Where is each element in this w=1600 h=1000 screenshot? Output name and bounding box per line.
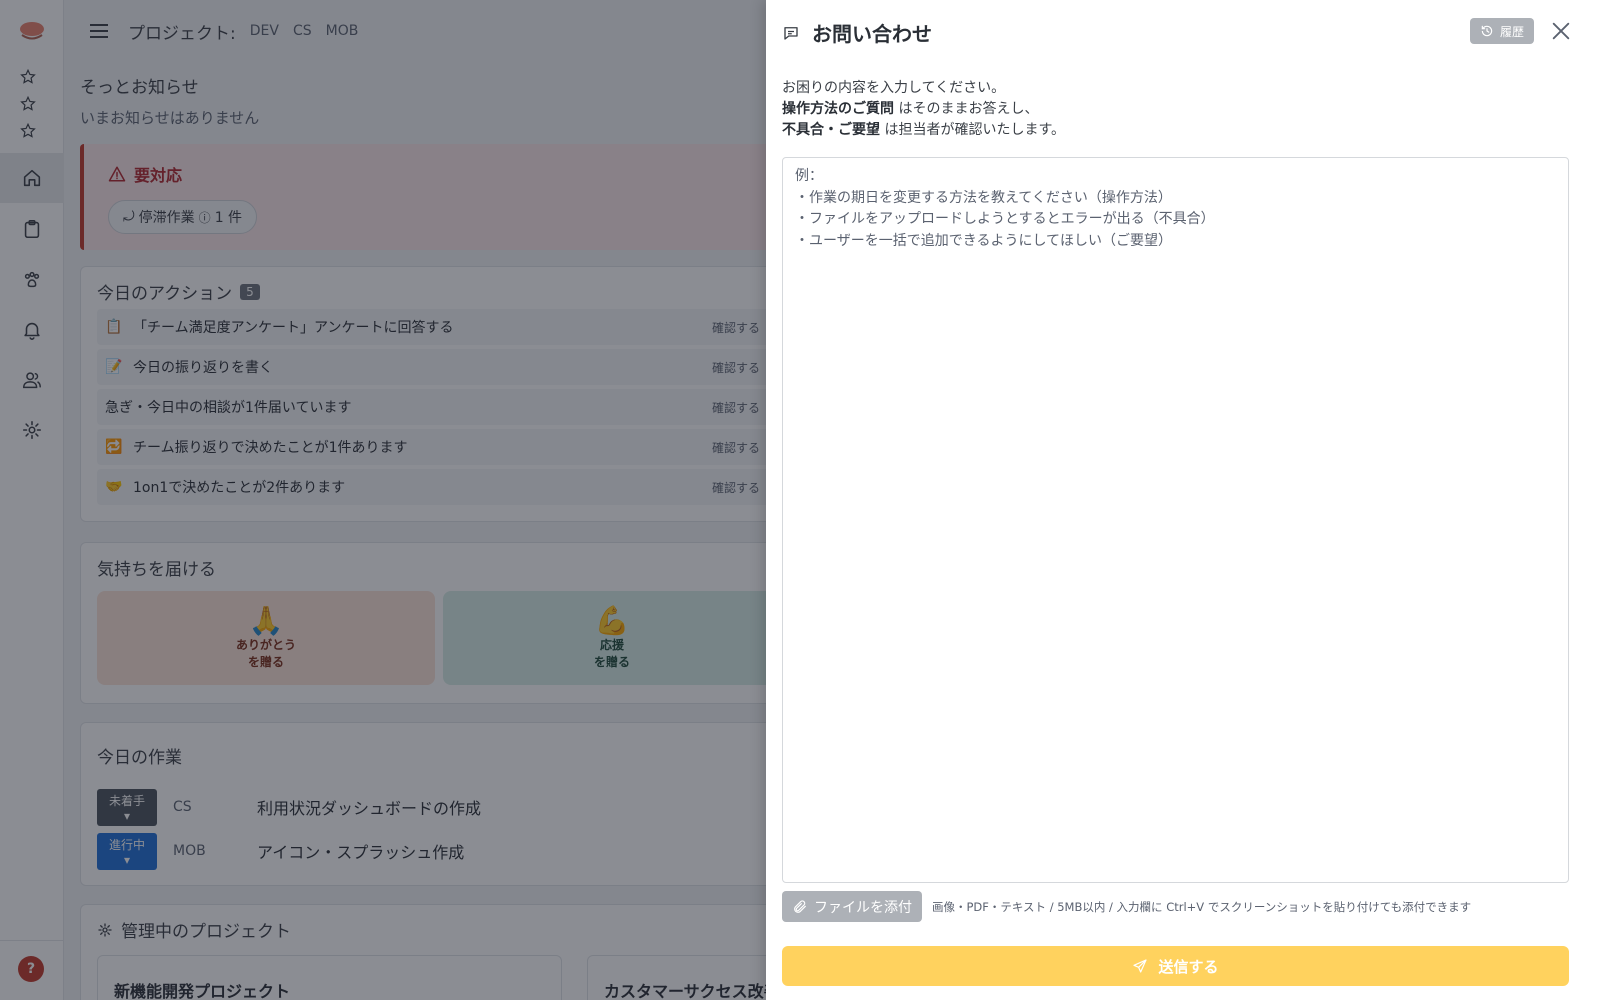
intro-line-2: 操作方法のご質問 はそのままお答えし、 bbox=[782, 99, 1065, 120]
paperclip-icon bbox=[794, 899, 806, 913]
paper-plane-icon bbox=[1133, 959, 1148, 973]
intro-line-1: お困りの内容を入力してください。 bbox=[782, 80, 1006, 96]
contact-drawer: お問い合わせ 履歴 お困りの内容を入力してください。 操作方法のご質問 はそのま… bbox=[766, 0, 1600, 1000]
history-label: 履歴 bbox=[1500, 24, 1525, 39]
attach-file-label: ファイルを添付 bbox=[814, 899, 912, 916]
drawer-intro: お困りの内容を入力してください。 操作方法のご質問 はそのままお答えし、 不具合… bbox=[782, 78, 1065, 141]
send-button[interactable]: 送信する bbox=[782, 946, 1569, 986]
attach-file-button[interactable]: ファイルを添付 bbox=[782, 891, 922, 922]
intro-bold-3: 不具合・ご要望 bbox=[782, 122, 880, 138]
drawer-header: お問い合わせ bbox=[782, 18, 932, 47]
inquiry-textarea[interactable] bbox=[782, 157, 1569, 883]
intro-rest-2: はそのままお答えし、 bbox=[894, 101, 1039, 117]
chat-bubble-icon bbox=[784, 26, 798, 40]
intro-line-3: 不具合・ご要望 は担当者が確認いたします。 bbox=[782, 120, 1065, 141]
drawer-title: お問い合わせ bbox=[812, 22, 932, 46]
close-icon[interactable] bbox=[1550, 20, 1572, 42]
send-label: 送信する bbox=[1158, 957, 1219, 976]
attach-note: 画像・PDF・テキスト / 5MB以内 / 入力欄に Ctrl+V でスクリーン… bbox=[932, 900, 1472, 914]
history-button[interactable]: 履歴 bbox=[1470, 18, 1535, 44]
intro-bold-2: 操作方法のご質問 bbox=[782, 101, 894, 117]
intro-rest-3: は担当者が確認いたします。 bbox=[880, 122, 1066, 138]
history-clock-icon bbox=[1481, 25, 1493, 37]
